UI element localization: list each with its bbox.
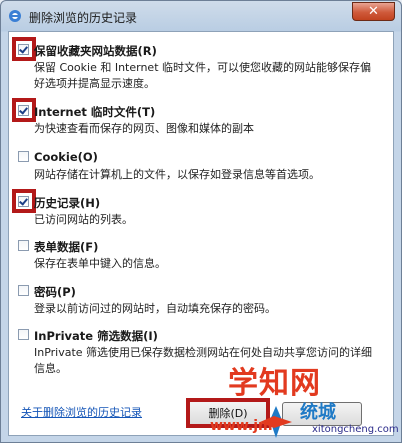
highlight-box	[12, 98, 36, 122]
option-label: 历史记录(H)	[34, 196, 101, 210]
option-description: 保存在表单中键入的信息。	[34, 257, 166, 270]
internet-explorer-icon	[9, 10, 21, 22]
close-button[interactable]: ✕	[352, 2, 395, 21]
highlight-box	[12, 189, 36, 213]
option-description: 网站存储在计算机上的文件，以保存如登录信息等首选项。	[34, 168, 320, 181]
checkbox-cookies[interactable]	[18, 151, 29, 162]
option-description: 为快速查看而保存的网页、图像和媒体的副本	[34, 122, 254, 135]
help-link[interactable]: 关于删除浏览的历史记录	[21, 404, 142, 420]
watermark-text: xitongcheng.com	[312, 424, 399, 435]
option-label: 表单数据(F)	[34, 240, 99, 254]
watermark-text: www.jm	[210, 418, 273, 434]
option-description: 已访问网站的列表。	[34, 213, 133, 226]
option-label: Cookie(O)	[34, 150, 98, 164]
option-description: 保留 Cookie 和 Internet 临时文件，可以使您收藏的网站能够保存偏…	[34, 61, 371, 90]
checkbox-form-data[interactable]	[18, 240, 29, 251]
checkbox-inprivate-filtering[interactable]	[18, 329, 29, 340]
highlight-box	[12, 37, 36, 61]
option-label: InPrivate 筛选数据(I)	[34, 329, 158, 343]
option-description: 登录以前访问过的网站时，自动填充保存的密码。	[34, 302, 276, 315]
title-bar[interactable]: 删除浏览的历史记录 ✕	[1, 1, 401, 31]
watermark-text: 统城	[300, 402, 336, 423]
option-label: 保留收藏夹网站数据(R)	[34, 44, 157, 58]
option-description: InPrivate 筛选使用已保存数据检测网站在何处自动共享您访问的详细信息。	[34, 346, 373, 375]
option-label: 密码(P)	[34, 285, 76, 299]
window-title: 删除浏览的历史记录	[29, 11, 138, 25]
option-label: Internet 临时文件(T)	[34, 105, 156, 119]
checkbox-passwords[interactable]	[18, 285, 29, 296]
watermark-text: 学知网	[228, 366, 321, 401]
